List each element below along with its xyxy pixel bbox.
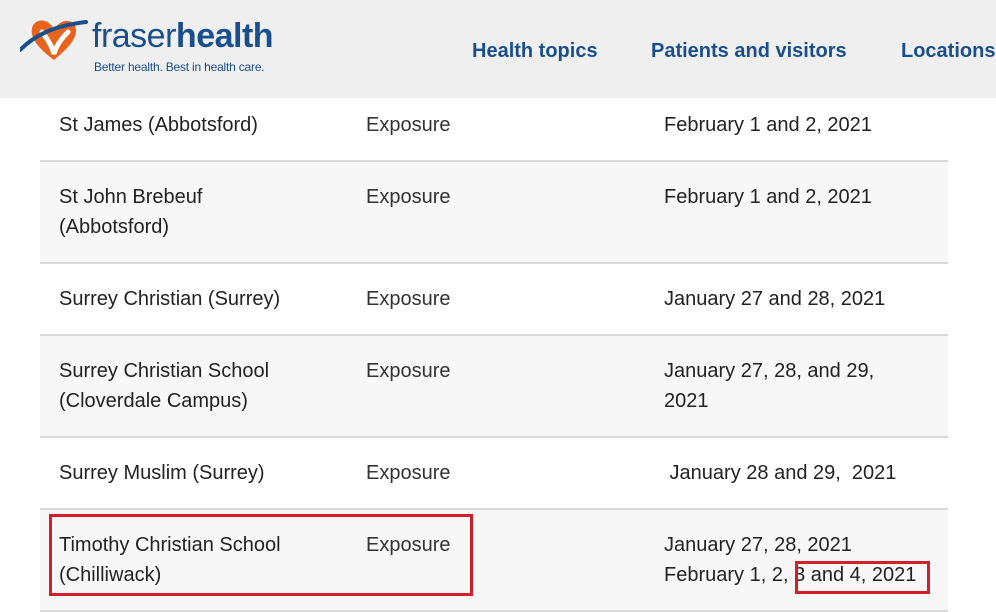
highlight-box-date [795, 561, 930, 594]
exposure-date: January 27, 28, and 29, 2021 [664, 360, 875, 412]
table-row: Surrey Christian (Surrey) Exposure Janua… [40, 264, 948, 336]
brand-tagline: Better health. Best in health care. [94, 60, 265, 74]
site-header: fraserhealth Better health. Best in heal… [0, 0, 996, 98]
highlight-box-school [49, 514, 473, 596]
heart-logo-icon [20, 20, 88, 60]
school-name: Surrey Christian (Surrey) [59, 288, 281, 310]
exposure-date-line2-part1: February 1, 2, [664, 564, 795, 586]
exposure-type: Exposure [366, 462, 451, 484]
table-row: Surrey Christian School (Cloverdale Camp… [40, 336, 948, 438]
exposure-date-line1: January 27, 28, 2021 [664, 534, 852, 556]
fraserhealth-logo[interactable]: fraserhealth Better health. Best in heal… [20, 10, 274, 80]
table-row: Surrey Muslim (Surrey) Exposure January … [40, 438, 948, 510]
nav-locations[interactable]: Locations [901, 40, 995, 63]
school-name: Surrey Christian School (Cloverdale Camp… [59, 360, 270, 412]
nav-health-topics[interactable]: Health topics [472, 40, 598, 63]
brand-name-part1: fraser [92, 17, 176, 55]
school-name: St James (Abbotsford) [59, 114, 258, 136]
exposure-type: Exposure [366, 360, 451, 382]
brand-name: fraserhealth [92, 16, 274, 56]
school-name: Surrey Muslim (Surrey) [59, 462, 265, 484]
exposure-type: Exposure [366, 186, 451, 208]
school-name: St John Brebeuf (Abbotsford) [59, 186, 203, 238]
exposure-date: February 1 and 2, 2021 [664, 114, 872, 136]
table-row: St James (Abbotsford) Exposure February … [40, 98, 948, 162]
exposure-date: January 28 and 29, 2021 [664, 462, 897, 484]
exposure-type: Exposure [366, 114, 451, 136]
table-row: St John Brebeuf (Abbotsford) Exposure Fe… [40, 162, 948, 264]
exposure-type: Exposure [366, 288, 451, 310]
nav-patients-and-visitors[interactable]: Patients and visitors [651, 40, 847, 63]
exposure-date: February 1 and 2, 2021 [664, 186, 872, 208]
brand-name-part2: health [175, 17, 274, 55]
exposure-date: January 27 and 28, 2021 [664, 288, 886, 310]
